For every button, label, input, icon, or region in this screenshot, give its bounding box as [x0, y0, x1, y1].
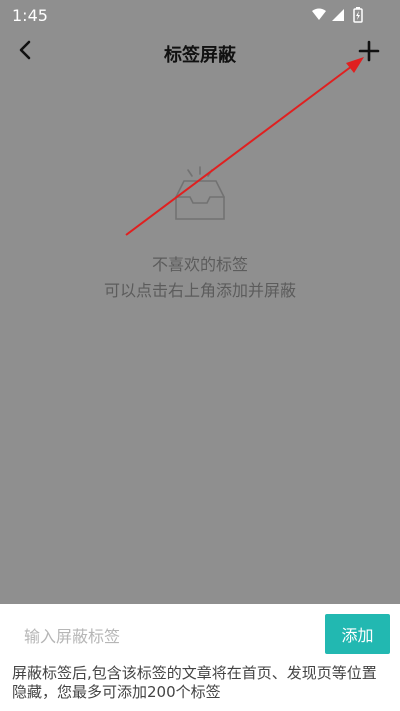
empty-tray-icon	[175, 166, 225, 220]
battery-icon	[353, 7, 363, 23]
page-title: 标签屏蔽	[164, 45, 236, 66]
empty-message-hint: 可以点击右上角添加并屏蔽	[103, 281, 296, 300]
plus-icon[interactable]	[358, 40, 380, 62]
tag-input-panel: 添加 屏蔽标签后,包含该标签的文章将在首页、发现页等位置隐藏，您最多可添加200…	[0, 604, 400, 711]
app-header: 标签屏蔽	[0, 30, 400, 74]
empty-message-title: 不喜欢的标签	[151, 255, 248, 274]
wifi-icon	[312, 8, 326, 20]
add-button[interactable]: 添加	[325, 614, 390, 654]
signal-icon	[332, 9, 344, 21]
tag-input[interactable]	[22, 617, 306, 655]
status-icons	[312, 7, 363, 23]
empty-state: 不喜欢的标签 可以点击右上角添加并屏蔽	[0, 165, 400, 301]
status-bar: 1:45	[0, 0, 400, 30]
tag-limit-note: 屏蔽标签后,包含该标签的文章将在首页、发现页等位置隐藏，您最多可添加200个标签	[12, 664, 377, 701]
status-time: 1:45	[12, 6, 48, 25]
